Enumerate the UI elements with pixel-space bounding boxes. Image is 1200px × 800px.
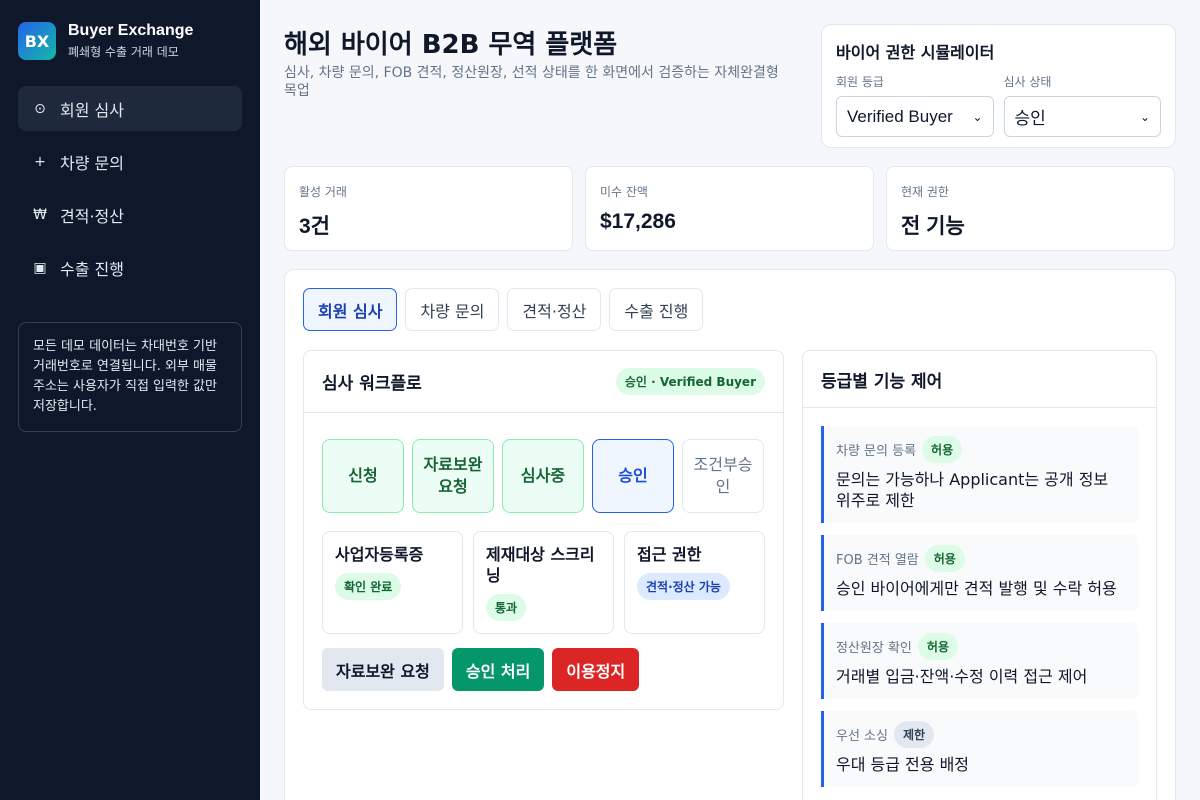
stat-card: 활성 거래 3건 xyxy=(284,166,573,251)
main-content: 해외 바이어 B2B 무역 플랫폼 심사, 차량 문의, FOB 견적, 정산원… xyxy=(260,0,1200,800)
permission-desc: 문의는 가능하나 Applicant는 공개 정보 위주로 제한 xyxy=(836,470,1109,510)
approve-button[interactable]: 승인 처리 xyxy=(451,648,545,691)
sidebar-item-review[interactable]: ⊙ 회원 심사 xyxy=(18,86,242,131)
brand-logo: BX xyxy=(18,22,56,60)
stat-label: 미수 잔액 xyxy=(600,185,648,199)
sidebar-item-label: 수출 진행 xyxy=(60,259,124,279)
permission-desc: 거래별 입금·잔액·수정 이력 접근 제어 xyxy=(836,667,1088,686)
stat-label: 활성 거래 xyxy=(299,185,347,199)
square-icon: ▣ xyxy=(33,259,47,276)
permission-badge: 제한 xyxy=(893,721,935,748)
target-icon: ⊙ xyxy=(34,100,46,117)
chevron-down-icon: ⌄ xyxy=(972,109,983,124)
permission-name: 우선 소싱 xyxy=(836,729,888,744)
status-select[interactable]: 승인 ⌄ xyxy=(1003,96,1161,137)
status-badge: 승인 · Verified Buyer xyxy=(615,368,765,395)
status-label: 심사 상태 xyxy=(1003,75,1052,89)
permission-badge: 허용 xyxy=(922,436,963,463)
sidebar-item-label: 회원 심사 xyxy=(60,100,124,120)
permission-item: 정산원장 확인 허용 거래별 입금·잔액·수정 이력 접근 제어 xyxy=(821,623,1138,699)
stats-row: 활성 거래 3건 미수 잔액 $17,286 현재 권한 전 기능 xyxy=(284,166,1175,251)
tab-bar: 회원 심사 차량 문의 견적·정산 수출 진행 xyxy=(303,288,1157,331)
step-conditional[interactable]: 조건부승인 xyxy=(682,439,764,513)
stat-value: 3건 xyxy=(299,215,330,238)
stat-card: 미수 잔액 $17,286 xyxy=(585,166,874,251)
check-title: 제재대상 스크리닝 xyxy=(486,545,595,585)
tab-review[interactable]: 회원 심사 xyxy=(303,288,398,331)
tab-quote[interactable]: 견적·정산 xyxy=(507,288,602,331)
sidebar-item-label: 차량 문의 xyxy=(60,153,124,173)
sidebar-item-export[interactable]: ▣ 수출 진행 xyxy=(18,245,242,290)
stat-label: 현재 권한 xyxy=(901,185,949,199)
page-title: 해외 바이어 B2B 무역 플랫폼 xyxy=(284,30,618,60)
check-card: 사업자등록증 확인 완료 xyxy=(322,531,463,634)
stat-card: 현재 권한 전 기능 xyxy=(886,166,1175,251)
review-workflow-card: 심사 워크플로 승인 · Verified Buyer 신청 자료보완 요청 심… xyxy=(303,350,784,710)
permission-name: 차량 문의 등록 xyxy=(836,444,917,459)
simulator-title: 바이어 권한 시뮬레이터 xyxy=(836,43,995,62)
suspend-button[interactable]: 이용정지 xyxy=(552,648,640,691)
sidebar: BX Buyer Exchange 폐쇄형 수출 거래 데모 ⊙ 회원 심사 +… xyxy=(0,0,260,800)
permission-name: 정산원장 확인 xyxy=(836,641,912,656)
permission-control-card: 등급별 기능 제어 차량 문의 등록 허용 문의는 가능하나 Applicant… xyxy=(802,350,1157,800)
request-docs-button[interactable]: 자료보완 요청 xyxy=(322,648,444,691)
brand: BX Buyer Exchange 폐쇄형 수출 거래 데모 xyxy=(18,22,242,60)
permission-simulator: 바이어 권한 시뮬레이터 회원 등급 Verified Buyer ⌄ 심사 상… xyxy=(821,24,1176,148)
grade-select[interactable]: Verified Buyer ⌄ xyxy=(836,96,994,137)
chevron-down-icon: ⌄ xyxy=(1139,109,1150,124)
plus-icon: + xyxy=(34,153,46,170)
check-card: 접근 권한 견적·정산 가능 xyxy=(624,531,765,634)
status-select-value: 승인 xyxy=(1014,109,1046,128)
check-title: 접근 권한 xyxy=(637,545,702,564)
check-badge: 확인 완료 xyxy=(335,573,402,600)
stat-value: 전 기능 xyxy=(901,215,965,238)
tab-export[interactable]: 수출 진행 xyxy=(609,288,704,331)
sidebar-item-label: 견적·정산 xyxy=(60,206,124,226)
workflow-actions: 자료보완 요청 승인 처리 이용정지 xyxy=(322,648,640,691)
main-panel: 회원 심사 차량 문의 견적·정산 수출 진행 심사 워크플로 승인 · Ver… xyxy=(284,269,1176,800)
workflow-title: 심사 워크플로 xyxy=(322,374,422,394)
grade-label: 회원 등급 xyxy=(836,75,884,89)
check-badge: 견적·정산 가능 xyxy=(637,573,730,600)
sidebar-item-quote[interactable]: ₩ 견적·정산 xyxy=(18,192,242,237)
check-title: 사업자등록증 xyxy=(335,545,424,564)
step-reviewing[interactable]: 심사중 xyxy=(502,439,584,513)
step-docs-requested[interactable]: 자료보완 요청 xyxy=(412,439,494,513)
step-approved[interactable]: 승인 xyxy=(592,439,674,513)
tab-inquiry[interactable]: 차량 문의 xyxy=(405,288,500,331)
permission-item: 차량 문의 등록 허용 문의는 가능하나 Applicant는 공개 정보 위주… xyxy=(821,426,1138,523)
won-icon: ₩ xyxy=(33,206,47,223)
step-applied[interactable]: 신청 xyxy=(322,439,404,513)
brand-name: Buyer Exchange xyxy=(68,22,194,39)
page-subtitle: 심사, 차량 문의, FOB 견적, 정산원장, 선적 상태를 한 화면에서 검… xyxy=(284,65,779,99)
review-checks: 사업자등록증 확인 완료 제재대상 스크리닝 통과 접근 권한 견적·정산 가능 xyxy=(322,531,765,634)
permission-desc: 승인 바이어에게만 견적 발행 및 수락 허용 xyxy=(836,579,1117,598)
brand-subtitle: 폐쇄형 수출 거래 데모 xyxy=(68,45,179,59)
permission-item: FOB 견적 열람 허용 승인 바이어에게만 견적 발행 및 수락 허용 xyxy=(821,535,1138,611)
permission-badge: 허용 xyxy=(917,633,958,660)
permission-item: 우선 소싱 제한 우대 등급 전용 배정 xyxy=(821,711,1138,787)
permission-badge: 허용 xyxy=(924,545,965,572)
check-card: 제재대상 스크리닝 통과 xyxy=(473,531,614,634)
grade-select-value: Verified Buyer xyxy=(847,106,953,126)
stat-value: $17,286 xyxy=(600,210,676,233)
workflow-steps: 신청 자료보완 요청 심사중 승인 조건부승인 xyxy=(322,439,764,513)
permission-desc: 우대 등급 전용 배정 xyxy=(836,755,970,774)
sidebar-note: 모든 데모 데이터는 차대번호 기반 거래번호로 연결됩니다. 외부 매물 주소… xyxy=(18,322,242,432)
sidebar-item-inquiry[interactable]: + 차량 문의 xyxy=(18,139,242,184)
permission-name: FOB 견적 열람 xyxy=(836,553,919,568)
permission-title: 등급별 기능 제어 xyxy=(803,351,1156,408)
check-badge: 통과 xyxy=(486,594,527,621)
